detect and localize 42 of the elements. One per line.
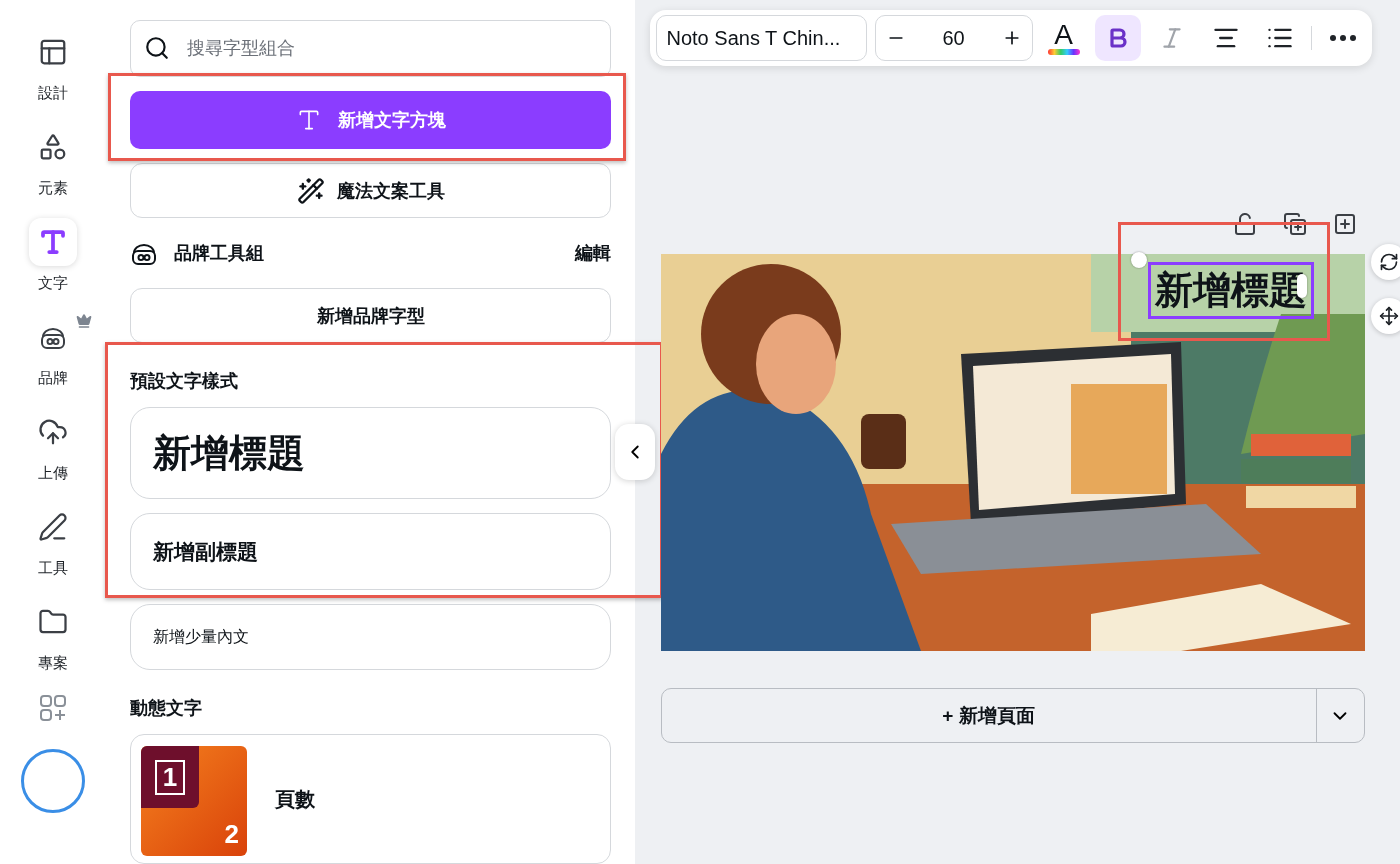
- crown-icon: [75, 313, 92, 329]
- edit-link[interactable]: 編輯: [575, 241, 611, 266]
- move-icon: [1378, 306, 1399, 326]
- thumbnail-number: 2: [224, 819, 239, 850]
- magic-write-button[interactable]: 魔法文案工具: [130, 163, 611, 219]
- unlock-icon[interactable]: [1232, 212, 1257, 236]
- resize-handle[interactable]: [1296, 274, 1307, 298]
- body-text-style[interactable]: 新增少量內文: [130, 604, 611, 670]
- card-label: 頁數: [275, 786, 315, 812]
- section-title: 品牌工具組: [174, 242, 264, 266]
- dynamic-text-card[interactable]: 1 2 頁數: [130, 734, 611, 864]
- font-size-value: 60: [942, 26, 965, 50]
- add-text-box-button[interactable]: 新增文字方塊: [130, 91, 611, 149]
- more-icon: [1329, 35, 1356, 41]
- sidebar-item[interactable]: 上傳: [13, 408, 92, 483]
- sidebar-item[interactable]: 元素: [13, 123, 92, 198]
- add-brand-font-button[interactable]: 新增品牌字型: [130, 288, 611, 344]
- sidebar-item[interactable]: 設計: [13, 28, 92, 103]
- duplicate-icon[interactable]: [1282, 212, 1307, 236]
- search-icon: [144, 35, 170, 61]
- text-color-button[interactable]: A: [1040, 21, 1087, 55]
- subheading-style[interactable]: 新增副標題: [130, 513, 611, 591]
- rotate-button[interactable]: [1370, 244, 1400, 280]
- rotate-icon: [1378, 252, 1399, 272]
- pen-icon: [37, 512, 68, 542]
- avatar[interactable]: [20, 749, 85, 813]
- section-title: 預設文字樣式: [130, 370, 239, 394]
- heading-style[interactable]: 新增標題: [130, 407, 611, 500]
- sidebar-item[interactable]: 文字: [13, 218, 92, 293]
- sidebar-item[interactable]: 工具: [13, 503, 92, 578]
- sidebar-item[interactable]: 專案: [13, 598, 92, 673]
- font-dropdown[interactable]: Noto Sans T Chin...: [655, 15, 867, 61]
- bold-button[interactable]: [1094, 15, 1141, 61]
- move-button[interactable]: [1370, 298, 1400, 334]
- magic-wand-icon: [296, 176, 325, 205]
- thumbnail-number: 1: [154, 759, 186, 795]
- section-title: 動態文字: [130, 697, 203, 720]
- sidebar-item[interactable]: 品牌: [13, 313, 92, 388]
- add-icon[interactable]: [1332, 212, 1357, 236]
- font-size-stepper[interactable]: 60: [874, 15, 1033, 61]
- cloud-upload-icon: [37, 417, 68, 447]
- apps-icon[interactable]: [37, 693, 68, 723]
